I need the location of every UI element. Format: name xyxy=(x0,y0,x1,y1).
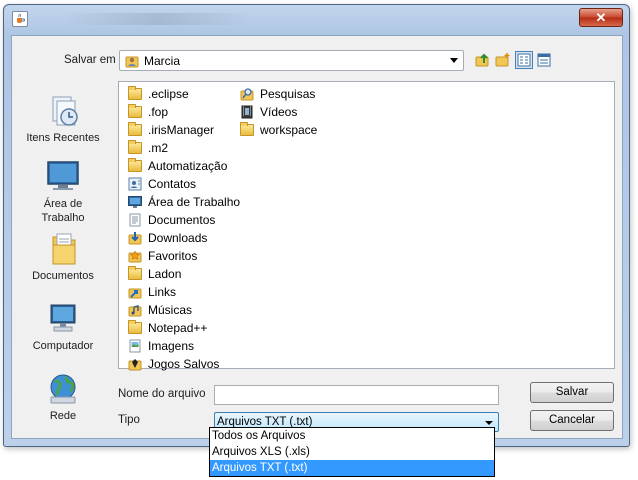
folder-icon xyxy=(240,121,254,137)
documents-icon xyxy=(128,213,142,227)
file-type-dropdown-list[interactable]: Todos os Arquivos Arquivos XLS (.xls) Ar… xyxy=(209,427,495,477)
file-list-item[interactable]: Músicas xyxy=(128,301,192,318)
save-dialog-window: ✕ Salvar em Marcia Itens Recentes Área d… xyxy=(3,4,630,447)
file-name: Notepad++ xyxy=(148,320,208,335)
folder-icon xyxy=(128,157,142,173)
window-title xyxy=(64,13,254,25)
file-list-item[interactable]: workspace xyxy=(240,121,317,138)
file-list-item[interactable]: .eclipse xyxy=(128,85,189,102)
file-list-item[interactable]: Jogos Salvos xyxy=(128,355,219,372)
pictures-icon xyxy=(128,339,142,353)
file-name: Favoritos xyxy=(148,248,198,263)
links-icon xyxy=(128,285,142,299)
place-label: Itens Recentes xyxy=(26,132,100,144)
file-name: Contatos xyxy=(148,176,197,191)
favorites-icon xyxy=(128,249,142,263)
file-name: Pesquisas xyxy=(260,86,316,101)
file-name: Documentos xyxy=(148,212,216,227)
place-documents[interactable]: Documentos xyxy=(20,231,106,282)
dialog-client-area: Salvar em Marcia Itens Recentes Área de … xyxy=(11,35,623,439)
file-type-option[interactable]: Todos os Arquivos xyxy=(210,428,494,444)
file-list-item[interactable]: Notepad++ xyxy=(128,319,207,336)
network-icon xyxy=(43,371,83,407)
place-recent-items[interactable]: Itens Recentes xyxy=(20,93,106,144)
file-name: .eclipse xyxy=(148,86,189,101)
file-name: Ladon xyxy=(148,266,182,281)
file-name: Jogos Salvos xyxy=(148,356,220,371)
file-list-item[interactable]: Pesquisas xyxy=(240,85,315,102)
file-type-label: Tipo xyxy=(118,414,140,426)
searches-icon xyxy=(240,87,254,101)
look-in-combo[interactable]: Marcia xyxy=(119,50,464,71)
chevron-down-icon[interactable] xyxy=(450,58,458,63)
file-name: .fop xyxy=(148,104,169,119)
chevron-down-icon[interactable] xyxy=(485,421,493,425)
java-cup-icon xyxy=(12,11,28,27)
file-type-option[interactable]: Arquivos XLS (.xls) xyxy=(210,444,494,460)
file-list-item[interactable]: .m2 xyxy=(128,139,168,156)
saved-games-icon xyxy=(128,357,142,371)
title-bar[interactable]: ✕ xyxy=(4,5,629,35)
file-name: workspace xyxy=(260,122,318,137)
filename-input[interactable] xyxy=(214,385,499,405)
folder-icon xyxy=(128,319,142,335)
file-list-item[interactable]: Imagens xyxy=(128,337,194,354)
file-list-item[interactable]: .fop xyxy=(128,103,168,120)
folder-icon xyxy=(128,85,142,101)
folder-icon xyxy=(128,103,142,119)
look-in-label: Salvar em xyxy=(64,54,116,66)
folder-icon xyxy=(128,121,142,137)
up-folder-icon[interactable] xyxy=(474,51,492,69)
file-list-item[interactable]: Documentos xyxy=(128,211,215,228)
file-list-item[interactable]: Automatização xyxy=(128,157,227,174)
music-icon xyxy=(128,303,142,317)
current-folder: Marcia xyxy=(144,53,181,68)
place-network[interactable]: Rede xyxy=(20,371,106,422)
downloads-icon xyxy=(128,231,142,245)
file-name: .m2 xyxy=(148,140,169,155)
contacts-icon xyxy=(128,177,142,191)
documents-icon xyxy=(43,231,83,267)
file-name: Área de Trabalho xyxy=(148,194,241,209)
place-computer[interactable]: Computador xyxy=(20,301,106,352)
close-button[interactable]: ✕ xyxy=(579,8,623,27)
file-list-item[interactable]: Área de Trabalho xyxy=(128,193,240,210)
computer-icon xyxy=(43,301,83,337)
new-folder-icon[interactable] xyxy=(494,51,512,69)
desktop-icon xyxy=(128,195,142,209)
file-list[interactable]: .eclipse .fop .irisManager .m2 Automatização… xyxy=(118,81,615,372)
place-desktop[interactable]: Área de Trabalho xyxy=(20,158,106,225)
file-name: Links xyxy=(148,284,177,299)
videos-icon xyxy=(240,105,254,119)
file-list-item[interactable]: Contatos xyxy=(128,175,196,192)
file-list-item[interactable]: Links xyxy=(128,283,176,300)
save-button[interactable]: Salvar xyxy=(530,382,614,403)
close-icon: ✕ xyxy=(595,10,607,25)
recent-items-icon xyxy=(43,93,83,129)
place-label: Computador xyxy=(32,340,94,352)
cancel-button[interactable]: Cancelar xyxy=(530,410,614,431)
file-name: Automatização xyxy=(148,158,228,173)
details-view-icon[interactable] xyxy=(535,51,553,69)
list-view-icon[interactable] xyxy=(515,51,533,69)
file-name: Imagens xyxy=(148,338,195,353)
file-name: Músicas xyxy=(148,302,193,317)
place-label: Documentos xyxy=(32,270,94,282)
file-list-item[interactable]: Vídeos xyxy=(240,103,297,120)
file-name: Vídeos xyxy=(260,104,298,119)
file-list-item[interactable]: Ladon xyxy=(128,265,181,282)
file-list-item[interactable]: Downloads xyxy=(128,229,207,246)
place-label: Rede xyxy=(49,410,77,422)
place-label: Área de Trabalho xyxy=(41,198,85,224)
file-list-item[interactable]: Favoritos xyxy=(128,247,197,264)
folder-icon xyxy=(128,139,142,155)
desktop-icon xyxy=(43,158,83,194)
filename-label: Nome do arquivo xyxy=(118,388,206,400)
file-name: Downloads xyxy=(148,230,208,245)
folder-user-icon xyxy=(125,54,139,68)
file-list-item[interactable]: .irisManager xyxy=(128,121,214,138)
file-name: .irisManager xyxy=(148,122,215,137)
file-type-option-selected[interactable]: Arquivos TXT (.txt) xyxy=(210,460,494,476)
folder-icon xyxy=(128,265,142,281)
